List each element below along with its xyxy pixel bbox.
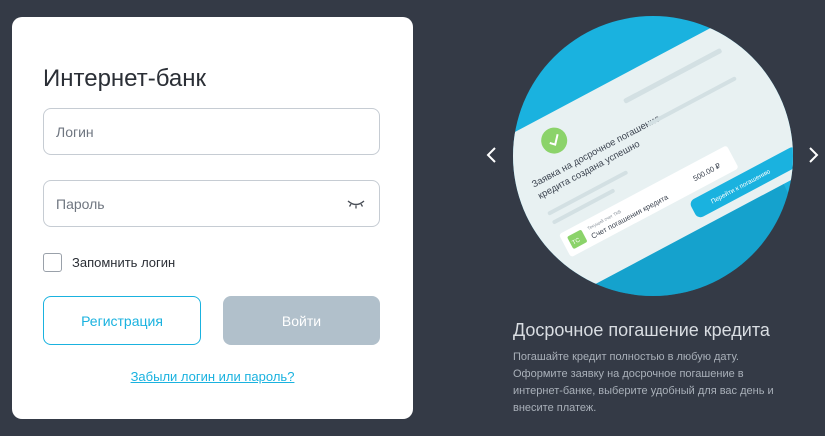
remember-login[interactable]: Запомнить логин bbox=[43, 252, 175, 272]
page-title: Интернет-банк bbox=[43, 65, 207, 92]
promo-illustration: Заявка на досрочное погашение кредита со… bbox=[513, 16, 793, 296]
promo-title: Досрочное погашение кредита bbox=[513, 320, 770, 340]
forgot-credentials-link[interactable]: Забыли логин или пароль? bbox=[12, 369, 413, 384]
promo-description: Погашайте кредит полностью в любую дату.… bbox=[513, 351, 774, 414]
password-input[interactable] bbox=[56, 181, 336, 226]
login-card: Интернет-банк Запомнить логин Регистраци… bbox=[12, 17, 413, 419]
remember-checkbox[interactable] bbox=[43, 252, 62, 272]
register-button[interactable]: Регистрация bbox=[43, 296, 201, 345]
login-field[interactable] bbox=[43, 108, 380, 155]
chevron-left-icon[interactable] bbox=[485, 146, 499, 164]
login-button[interactable]: Войти bbox=[223, 296, 380, 345]
remember-label: Запомнить логин bbox=[72, 254, 176, 270]
login-input[interactable] bbox=[56, 109, 336, 154]
eye-closed-icon[interactable] bbox=[347, 198, 365, 210]
chevron-right-icon[interactable] bbox=[806, 146, 820, 164]
password-field[interactable] bbox=[43, 180, 380, 227]
